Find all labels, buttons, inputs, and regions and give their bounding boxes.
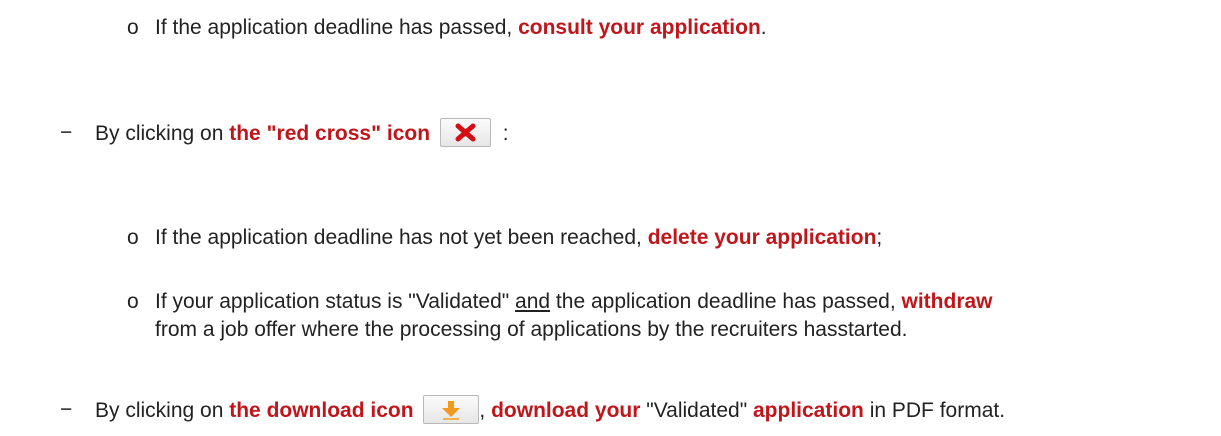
paragraph-download: By clicking on the download icon , downl… [95,395,1006,426]
main-bullet: − [60,398,73,421]
sub-bullet: o [127,290,139,313]
text-segment: By clicking on [95,122,230,146]
paragraph-red-cross: By clicking on the "red cross" icon : [95,118,509,149]
text-segment: in PDF format. [863,399,1006,423]
text-segment: . [760,16,767,39]
paragraph-withdraw-line2: from a job offer where the processing of… [155,317,908,343]
text-segment: the application deadline has passed, [550,290,902,313]
text-segment: : [496,122,509,146]
highlight-delete-application: delete your application [647,226,877,249]
highlight-download-your: download your [491,399,641,423]
text-segment: If the application deadline has not yet … [155,226,648,249]
text-segment: , [479,399,492,423]
text-segment: By clicking on [95,399,230,423]
highlight-consult-application: consult your application [518,16,761,39]
paragraph-withdraw-line1: If your application status is "Validated… [155,289,993,315]
paragraph-delete: If the application deadline has not yet … [155,225,882,251]
underlined-and: and [515,290,551,313]
text-segment: "Validated" [640,399,753,423]
main-bullet: − [60,121,73,144]
red-cross-icon [439,118,491,147]
highlight-application: application [753,399,864,423]
paragraph-consult: If the application deadline has passed, … [155,15,767,41]
highlight-red-cross-icon: the "red cross" icon [229,122,431,146]
download-icon [423,395,480,424]
text-segment: ; [876,226,883,249]
sub-bullet: o [127,226,139,249]
highlight-download-icon: the download icon [229,399,414,423]
sub-bullet: o [127,16,139,39]
text-segment: If the application deadline has passed, [155,16,519,39]
highlight-withdraw: withdraw [901,290,993,313]
text-segment: from a job offer where the processing of… [155,318,908,341]
text-segment: If your application status is "Validated… [155,290,516,313]
